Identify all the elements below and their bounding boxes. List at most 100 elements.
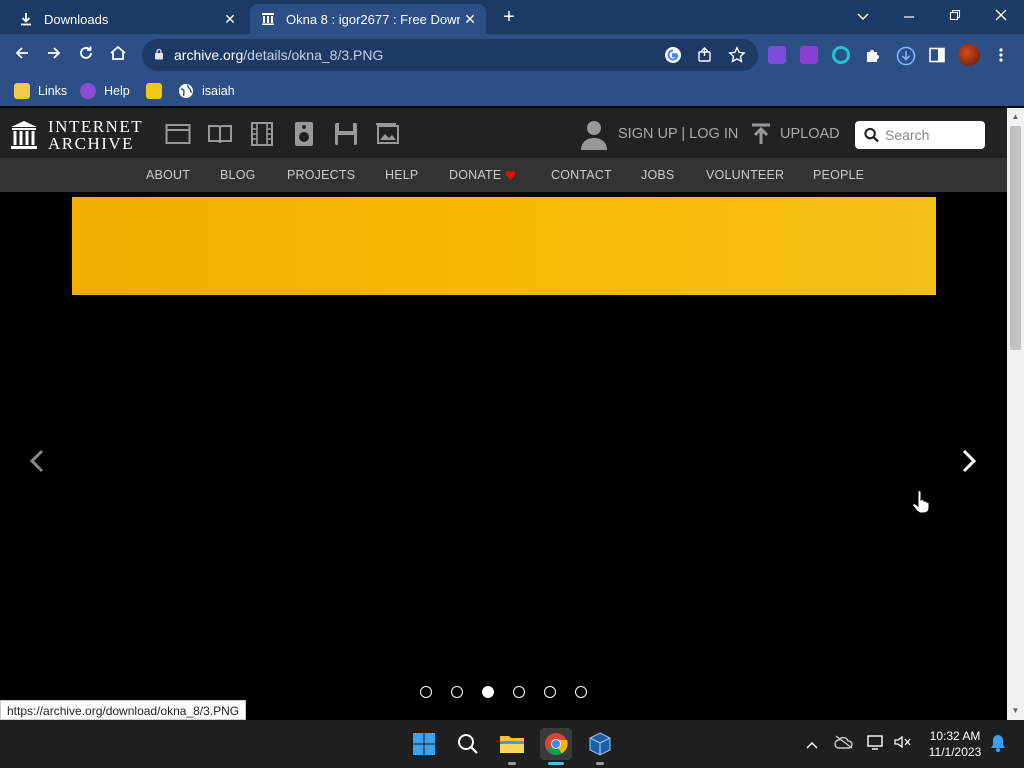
help-z-icon <box>80 83 96 99</box>
reload-icon[interactable] <box>74 43 98 67</box>
carousel-prev-arrow-icon[interactable] <box>26 448 50 474</box>
share-icon[interactable] <box>696 46 714 64</box>
tray-overflow-chevron-icon[interactable] <box>802 734 822 754</box>
close-icon[interactable] <box>979 4 1023 28</box>
nav-projects[interactable]: PROJECTS <box>287 168 355 182</box>
book-icon[interactable] <box>207 121 233 147</box>
profile-avatar[interactable] <box>958 44 980 66</box>
ia-logo[interactable]: INTERNET ARCHIVE <box>10 118 143 152</box>
tab-close-icon[interactable]: ✕ <box>460 11 480 28</box>
sign-in-link[interactable]: SIGN UP | LOG IN <box>578 118 738 150</box>
url-text[interactable]: archive.org/details/okna_8/3.PNG <box>174 47 383 63</box>
carousel-dot[interactable] <box>544 686 556 698</box>
bookmark-links[interactable]: Links <box>14 82 67 100</box>
tab-okna-8[interactable]: Okna 8 : igor2677 : Free Downlo ✕ <box>250 4 486 34</box>
bookmark-help[interactable]: Help <box>80 82 130 100</box>
ia-header: INTERNET ARCHIVE SIGN UP | LOG IN UPLOAD <box>0 108 1007 158</box>
restore-icon[interactable] <box>933 4 977 28</box>
forward-arrow-icon[interactable] <box>42 43 66 67</box>
heart-icon <box>505 170 516 180</box>
nav-blog[interactable]: BLOG <box>220 168 256 182</box>
software-icon[interactable] <box>333 121 359 147</box>
ia-nav-bar: ABOUT BLOG PROJECTS HELP DONATE CONTACT … <box>0 158 1007 192</box>
scroll-down-icon[interactable]: ▼ <box>1011 706 1020 716</box>
puzzle-icon[interactable] <box>864 46 882 64</box>
tab-downloads[interactable]: Downloads ✕ <box>8 4 246 34</box>
web-icon[interactable] <box>165 121 191 147</box>
browser-tab-strip: Downloads ✕ Okna 8 : igor2677 : Free Dow… <box>0 0 1024 34</box>
scrollbar-thumb[interactable] <box>1010 126 1021 350</box>
yellow-banner-image[interactable] <box>72 197 936 295</box>
side-panel-icon[interactable] <box>928 46 946 64</box>
bookmark-bus[interactable] <box>146 82 170 100</box>
extension-purple-icon[interactable] <box>768 46 786 64</box>
running-indicator <box>596 762 604 765</box>
network-icon[interactable] <box>866 734 886 754</box>
bus-icon <box>146 83 162 99</box>
ia-search-box[interactable] <box>855 121 985 149</box>
folder-icon <box>14 83 30 99</box>
search-icon[interactable] <box>452 728 484 760</box>
carousel-dot[interactable] <box>420 686 432 698</box>
google-icon[interactable] <box>664 46 682 64</box>
ia-wordmark: INTERNET ARCHIVE <box>48 117 144 153</box>
scroll-up-icon[interactable]: ▲ <box>1011 112 1020 122</box>
search-icon <box>864 127 879 143</box>
virtualbox-icon[interactable] <box>584 728 616 765</box>
tab-title: Okna 8 : igor2677 : Free Downlo <box>286 11 460 27</box>
nav-donate[interactable]: DONATE <box>449 168 501 182</box>
address-bar[interactable]: archive.org/details/okna_8/3.PNG <box>142 39 758 71</box>
new-tab-button[interactable]: + <box>498 6 520 28</box>
archive-building-icon <box>11 121 37 149</box>
link-status-bar: https://archive.org/download/okna_8/3.PN… <box>0 700 247 720</box>
lock-icon[interactable] <box>154 48 164 60</box>
page-scrollbar[interactable]: ▲ ▼ <box>1007 108 1024 720</box>
nav-jobs[interactable]: JOBS <box>641 168 674 182</box>
image-icon[interactable] <box>375 121 401 147</box>
globe-icon <box>178 83 194 99</box>
audio-icon[interactable] <box>291 121 317 147</box>
bookmark-isaiah[interactable]: isaiah <box>178 82 235 100</box>
chevron-down-icon[interactable] <box>841 4 885 28</box>
file-explorer-icon[interactable] <box>496 728 528 765</box>
user-icon <box>581 121 607 150</box>
windows-taskbar: 10:32 AM 11/1/2023 <box>0 720 1024 768</box>
nav-about[interactable]: ABOUT <box>146 168 190 182</box>
nav-contact[interactable]: CONTACT <box>551 168 612 182</box>
download-icon <box>18 11 34 27</box>
search-input[interactable] <box>885 127 985 143</box>
extension-tw-icon[interactable] <box>800 46 818 64</box>
hand-cursor-icon <box>912 490 930 514</box>
film-icon[interactable] <box>249 121 275 147</box>
volume-muted-icon[interactable] <box>892 734 912 754</box>
carousel-next-arrow-icon[interactable] <box>956 448 980 474</box>
onedrive-cloud-icon[interactable] <box>834 734 854 754</box>
nav-people[interactable]: PEOPLE <box>813 168 864 182</box>
download-circle-icon[interactable] <box>896 46 916 66</box>
nav-help[interactable]: HELP <box>385 168 418 182</box>
more-menu-icon[interactable] <box>992 46 1010 64</box>
carousel-dot[interactable] <box>513 686 525 698</box>
system-clock[interactable]: 10:32 AM 11/1/2023 <box>918 728 992 760</box>
tab-title: Downloads <box>44 11 109 27</box>
windows-start-icon[interactable] <box>408 728 440 760</box>
minimize-icon[interactable] <box>887 4 931 28</box>
running-indicator <box>548 762 564 765</box>
home-icon[interactable] <box>106 43 130 67</box>
upload-icon <box>752 123 770 144</box>
carousel-dot-active[interactable] <box>482 686 494 698</box>
chrome-icon[interactable] <box>540 728 572 765</box>
bookmarks-bar: Links Help isaiah <box>0 76 1024 106</box>
carousel-dot[interactable] <box>575 686 587 698</box>
archive-building-icon <box>260 11 276 27</box>
extension-ring-icon[interactable] <box>832 46 850 64</box>
upload-link[interactable]: UPLOAD <box>750 118 840 150</box>
carousel-dot[interactable] <box>451 686 463 698</box>
tab-close-icon[interactable]: ✕ <box>220 11 240 28</box>
browser-toolbar: archive.org/details/okna_8/3.PNG <box>0 34 1024 76</box>
nav-volunteer[interactable]: VOLUNTEER <box>706 168 784 182</box>
notification-bell-icon[interactable] <box>988 734 1008 754</box>
back-arrow-icon[interactable] <box>10 43 34 67</box>
star-icon[interactable] <box>728 46 746 64</box>
running-indicator <box>508 762 516 765</box>
